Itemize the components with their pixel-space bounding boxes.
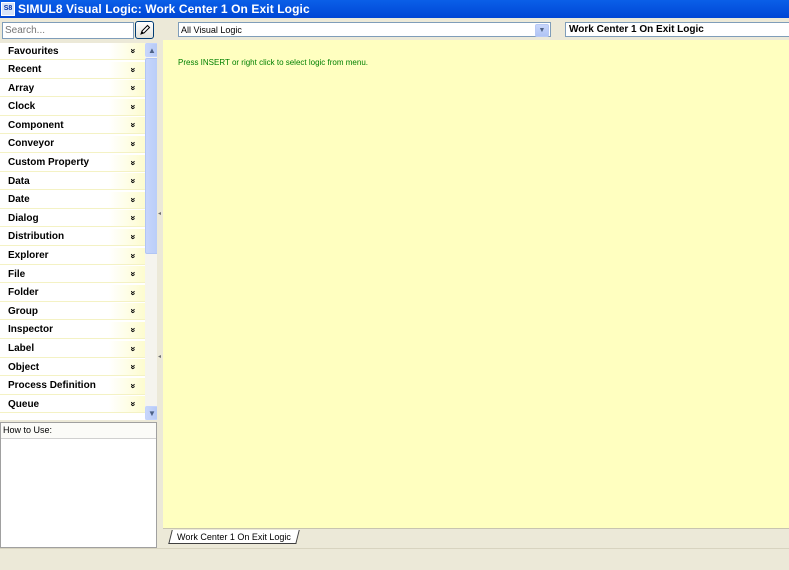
category-label: Explorer: [8, 250, 49, 262]
category-item[interactable]: Object »: [0, 359, 145, 377]
double-chevron-down-icon[interactable]: »: [128, 123, 138, 128]
double-chevron-down-icon[interactable]: »: [128, 160, 138, 165]
pencil-icon: [139, 24, 150, 35]
editor-hint-text: Press INSERT or right click to select lo…: [178, 58, 368, 67]
double-chevron-down-icon[interactable]: »: [128, 67, 138, 72]
category-item[interactable]: Process Definition »: [0, 377, 145, 395]
category-label: Folder: [8, 287, 39, 299]
category-item[interactable]: Clock »: [0, 98, 145, 116]
category-item[interactable]: Favourites »: [0, 43, 145, 60]
category-label: Queue: [8, 398, 40, 410]
double-chevron-down-icon[interactable]: »: [128, 365, 138, 370]
double-chevron-down-icon[interactable]: »: [128, 402, 138, 407]
category-label: Clock: [8, 101, 36, 113]
category-label: Process Definition: [8, 380, 96, 392]
double-chevron-down-icon[interactable]: »: [128, 346, 138, 351]
simul8-app-icon: S8: [1, 2, 15, 16]
category-label: Array: [8, 82, 35, 94]
category-item[interactable]: Recent »: [0, 61, 145, 79]
logic-library-panel: Favourites » Recent » Array » Clock » Component »…: [0, 18, 160, 548]
double-chevron-down-icon[interactable]: »: [128, 234, 138, 239]
category-label: Custom Property: [8, 157, 90, 169]
category-item[interactable]: Dialog »: [0, 210, 145, 228]
logic-editor-area[interactable]: Press INSERT or right click to select lo…: [163, 40, 789, 528]
how-to-use-label: How to Use:: [1, 423, 156, 439]
splitter-grip-icon: ◂: [158, 211, 162, 217]
chevron-down-icon: ▼: [148, 408, 156, 418]
category-item[interactable]: Queue »: [0, 396, 145, 414]
double-chevron-down-icon[interactable]: »: [128, 179, 138, 184]
title-bar: S8 SIMUL8 Visual Logic: Work Center 1 On…: [0, 0, 789, 18]
category-item[interactable]: Folder »: [0, 284, 145, 302]
double-chevron-down-icon[interactable]: »: [128, 141, 138, 146]
category-item[interactable]: Label »: [0, 340, 145, 358]
category-item[interactable]: Inspector »: [0, 321, 145, 339]
double-chevron-down-icon[interactable]: »: [128, 272, 138, 277]
double-chevron-down-icon[interactable]: »: [128, 86, 138, 91]
category-label: Object: [8, 361, 40, 373]
logic-editor-panel: All Visual Logic ▼ Work Center 1 On Exit…: [163, 18, 789, 549]
category-list: Favourites » Recent » Array » Clock » Component »…: [0, 43, 145, 420]
logic-filter-dropdown[interactable]: All Visual Logic ▼: [178, 22, 551, 37]
double-chevron-down-icon[interactable]: »: [128, 197, 138, 202]
logic-name-text: Work Center 1 On Exit Logic: [569, 24, 704, 35]
category-item[interactable]: Group »: [0, 303, 145, 321]
status-bar: [0, 548, 789, 570]
chevron-up-icon: ▲: [148, 45, 156, 55]
double-chevron-down-icon[interactable]: »: [128, 309, 138, 314]
how-to-use-panel: How to Use:: [0, 422, 157, 548]
logic-name-field: Work Center 1 On Exit Logic: [565, 22, 789, 37]
category-label: Inspector: [8, 324, 54, 336]
editor-tab-strip: Work Center 1 On Exit Logic: [163, 528, 789, 549]
category-label: Favourites: [8, 45, 59, 57]
search-input[interactable]: [2, 22, 134, 39]
category-item[interactable]: Data »: [0, 173, 145, 191]
category-item[interactable]: Component »: [0, 117, 145, 135]
category-label: Group: [8, 305, 38, 317]
window-title: SIMUL8 Visual Logic: Work Center 1 On Ex…: [18, 2, 310, 16]
category-label: Conveyor: [8, 138, 55, 150]
category-label: Recent: [8, 64, 42, 76]
category-item[interactable]: File »: [0, 266, 145, 284]
category-label: Dialog: [8, 212, 39, 224]
category-label: Data: [8, 175, 30, 187]
category-label: File: [8, 268, 26, 280]
category-label: Distribution: [8, 231, 65, 243]
category-label: Label: [8, 343, 35, 354]
category-item[interactable]: Date »: [0, 191, 145, 209]
double-chevron-down-icon[interactable]: »: [128, 104, 138, 109]
category-item[interactable]: Custom Property »: [0, 154, 145, 172]
double-chevron-down-icon[interactable]: »: [128, 216, 138, 221]
double-chevron-down-icon[interactable]: »: [128, 48, 138, 53]
splitter-grip-icon: ◂: [158, 354, 162, 360]
category-label: Date: [8, 194, 30, 206]
search-button[interactable]: [135, 21, 154, 39]
double-chevron-down-icon[interactable]: »: [128, 253, 138, 258]
category-item[interactable]: Distribution »: [0, 228, 145, 246]
tab-label: Work Center 1 On Exit Logic: [177, 531, 292, 542]
category-item[interactable]: Explorer »: [0, 247, 145, 265]
double-chevron-down-icon[interactable]: »: [128, 383, 138, 388]
tab-work-center-1-on-exit-logic[interactable]: Work Center 1 On Exit Logic: [168, 530, 300, 544]
chevron-down-icon[interactable]: ▼: [535, 24, 549, 37]
category-label: Component: [8, 119, 64, 131]
category-item[interactable]: Array »: [0, 80, 145, 98]
double-chevron-down-icon[interactable]: »: [128, 290, 138, 295]
category-item[interactable]: Conveyor »: [0, 135, 145, 153]
double-chevron-down-icon[interactable]: »: [128, 327, 138, 332]
logic-filter-value: All Visual Logic: [181, 24, 242, 35]
